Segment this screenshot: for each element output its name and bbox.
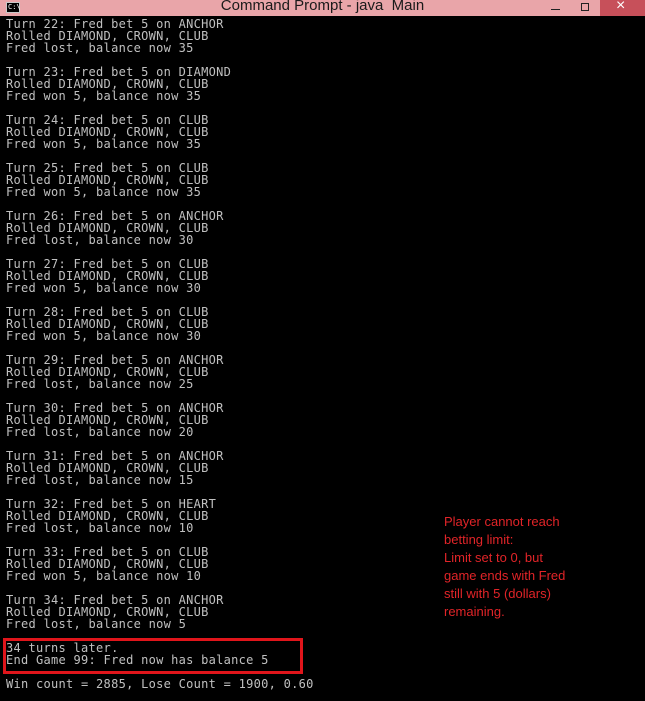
turn-result-line: Fred lost, balance now 20: [6, 425, 194, 439]
turn-result-line: Fred lost, balance now 10: [6, 521, 194, 535]
annotation-note: Player cannot reach betting limit: Limit…: [444, 514, 566, 619]
turn-result-line: Fred won 5, balance now 35: [6, 137, 202, 151]
turn-result-line: Fred won 5, balance now 10: [6, 569, 202, 583]
console-output[interactable]: 34 turns later. End Game 99: Fred now ha…: [0, 16, 645, 701]
turn-result-line: Fred lost, balance now 15: [6, 473, 194, 487]
turn-result-line: Fred won 5, balance now 35: [6, 185, 202, 199]
win-count-line: Win count = 2885, Lose Count = 1900, 0.6…: [6, 677, 314, 691]
turn-result-line: Fred lost, balance now 5: [6, 617, 187, 631]
turn-result-line: Fred lost, balance now 30: [6, 233, 194, 247]
window-controls: [540, 0, 645, 16]
turn-result-line: Fred won 5, balance now 30: [6, 281, 202, 295]
turn-result-line: Fred won 5, balance now 30: [6, 329, 202, 343]
turn-result-line: Fred lost, balance now 25: [6, 377, 194, 391]
turn-result-line: Fred lost, balance now 35: [6, 41, 194, 55]
maximize-button[interactable]: [570, 0, 600, 16]
turn-result-line: Fred won 5, balance now 35: [6, 89, 202, 103]
title-bar[interactable]: C:\ Command Prompt - java Main: [0, 0, 645, 16]
minimize-button[interactable]: [540, 0, 570, 16]
end-game-line: End Game 99: Fred now has balance 5: [6, 653, 269, 667]
close-button[interactable]: [600, 0, 645, 16]
